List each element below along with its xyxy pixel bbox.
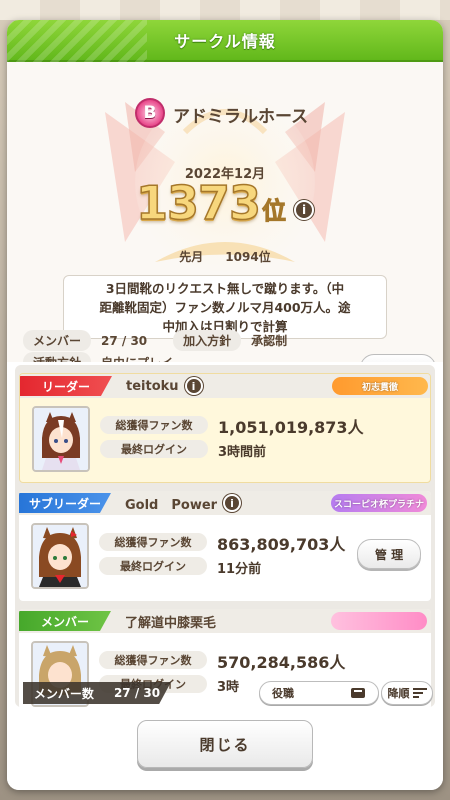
fans-label: 総獲得ファン数 (99, 533, 207, 551)
horse-girl-portrait-icon (34, 408, 88, 470)
fans-value: 863,809,703人 (217, 535, 346, 554)
member-list[interactable]: リーダー teitoku i 初志貫徹 総獲得ファン数 1,051,019,87… (15, 365, 435, 707)
member-card-subleader[interactable]: サブリーダー Gold Power i スコーピオ杯プラチナ 総獲得ファン数 8… (19, 491, 431, 601)
last-login-label: 最終ログイン (100, 440, 208, 458)
member-name: Gold Power (125, 497, 218, 513)
circle-rank: 1373 位 i (7, 175, 443, 231)
filter-icon (351, 688, 365, 698)
member-count-value: 27 / 30 (113, 686, 161, 700)
header-stripes (7, 20, 147, 62)
circle-info-dialog: サークル情報 B アドミラルホース 2022年12月 1373 位 i 先月 1… (7, 20, 443, 790)
activity-policy-value: 自由にプレイ (101, 354, 173, 362)
circle-name: アドミラルホース (173, 107, 309, 127)
close-button[interactable]: 閉じる (137, 720, 313, 768)
title-badge (331, 612, 427, 630)
previous-rank: 先月 1094位 (7, 248, 443, 265)
member-card-header: メンバー 了解道中膝栗毛 (19, 609, 431, 633)
title-badge: スコーピオ杯プラチナ (331, 494, 427, 512)
member-avatar (31, 523, 89, 589)
circle-summary: B アドミラルホース 2022年12月 1373 位 i 先月 1094位 3日間… (7, 62, 443, 362)
member-list-toolbar: メンバー数 27 / 30 役職 降順 (15, 679, 435, 707)
last-login-label: 最終ログイン (99, 557, 207, 575)
background-strip (0, 0, 450, 20)
dialog-header: サークル情報 (7, 20, 443, 62)
member-info-icon[interactable]: i (223, 494, 242, 512)
dialog-title: サークル情報 (174, 32, 276, 51)
members-row: メンバー 27 / 30 加入方針 承認制 (23, 330, 287, 351)
sort-descending-icon (412, 688, 427, 698)
activity-policy-label: 活動方針 (23, 352, 92, 362)
member-card-header: リーダー teitoku i 初志貫徹 (20, 374, 430, 398)
fans-label: 総獲得ファン数 (99, 651, 207, 669)
sort-order-button[interactable]: 降順 (381, 681, 433, 705)
member-info-icon[interactable]: i (184, 377, 203, 395)
manage-button[interactable]: 管 理 (357, 539, 421, 569)
member-card-header: サブリーダー Gold Power i スコーピオ杯プラチナ (19, 491, 431, 515)
fans-value: 1,051,019,873人 (218, 418, 364, 437)
rank-info-icon[interactable]: i (294, 200, 315, 220)
activity-row: 活動方針 自由にプレイ (23, 352, 173, 362)
sort-by-role-button[interactable]: 役職 (259, 681, 379, 705)
previous-rank-label: 先月 (179, 250, 204, 264)
join-policy-label: 加入方針 (173, 330, 242, 351)
description-line: 3日間靴のリクエスト無しで蹴ります。（中 (105, 281, 345, 296)
last-login-value: 11分前 (217, 562, 262, 577)
sort-order-label: 降順 (387, 687, 410, 700)
member-name: teitoku (126, 378, 179, 394)
last-login-value: 3時間前 (218, 445, 267, 460)
member-count: メンバー数 27 / 30 (23, 682, 171, 704)
description-line: 距離靴固定）ファン数ノルマ月400万人。途 (99, 300, 351, 315)
fans-label: 総獲得ファン数 (100, 416, 208, 434)
rank-suffix: 位 (262, 197, 287, 226)
title-badge: 初志貫徹 (332, 377, 428, 395)
member-card-leader[interactable]: リーダー teitoku i 初志貫徹 総獲得ファン数 1,051,019,87… (19, 373, 431, 483)
join-policy-value: 承認制 (251, 334, 288, 348)
previous-rank-value: 1094位 (225, 250, 271, 264)
member-avatar (32, 406, 90, 472)
dialog-footer: 閉じる (7, 708, 443, 790)
edit-button[interactable]: 編 集 (360, 354, 436, 362)
role-tag: リーダー (20, 376, 112, 396)
sort-role-label: 役職 (272, 687, 294, 700)
member-name: 了解道中膝栗毛 (125, 615, 217, 631)
horse-girl-portrait-icon (33, 525, 87, 587)
members-label: メンバー (23, 330, 92, 351)
circle-rank-badge: B (135, 98, 165, 128)
rank-number: 1373 (135, 175, 262, 231)
members-value: 27 / 30 (101, 333, 148, 348)
fans-value: 570,284,586人 (217, 653, 346, 672)
member-count-label: メンバー数 (33, 686, 94, 701)
role-tag: サブリーダー (19, 493, 111, 513)
role-tag: メンバー (19, 611, 111, 631)
